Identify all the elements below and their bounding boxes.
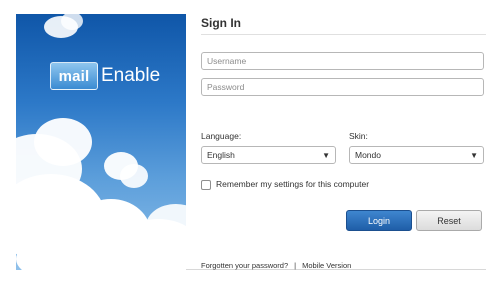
- logo-brand-text: Enable: [101, 65, 161, 86]
- skin-select[interactable]: Mondo ▼: [349, 146, 484, 164]
- sky-image: mail Enable: [16, 14, 186, 270]
- mobile-version-link[interactable]: Mobile Version: [302, 261, 351, 270]
- reset-button[interactable]: Reset: [416, 210, 482, 231]
- title-divider: [201, 34, 486, 35]
- page-title: Sign In: [201, 16, 241, 30]
- skin-label: Skin:: [349, 131, 368, 141]
- footer-separator: |: [294, 261, 297, 270]
- mailenable-logo: mail Enable: [50, 62, 160, 90]
- language-label: Language:: [201, 131, 242, 141]
- skin-select-value: Mondo: [355, 150, 381, 160]
- footer-links: Forgotten your password? | Mobile Version: [201, 261, 351, 270]
- username-input[interactable]: Username: [201, 52, 484, 70]
- language-select[interactable]: English ▼: [201, 146, 336, 164]
- chevron-down-icon: ▼: [322, 151, 330, 160]
- remember-checkbox[interactable]: [201, 180, 211, 190]
- mail-envelope-icon: mail: [50, 62, 98, 90]
- forgot-password-link[interactable]: Forgotten your password?: [201, 261, 288, 270]
- language-select-value: English: [207, 150, 235, 160]
- sign-in-form: Sign In Username Password Language: Skin…: [201, 14, 486, 270]
- password-input[interactable]: Password: [201, 78, 484, 96]
- login-button[interactable]: Login: [346, 210, 412, 231]
- remember-label: Remember my settings for this computer: [216, 179, 370, 189]
- chevron-down-icon: ▼: [470, 151, 478, 160]
- login-panel: mail Enable Sign In Username Password La…: [16, 14, 486, 270]
